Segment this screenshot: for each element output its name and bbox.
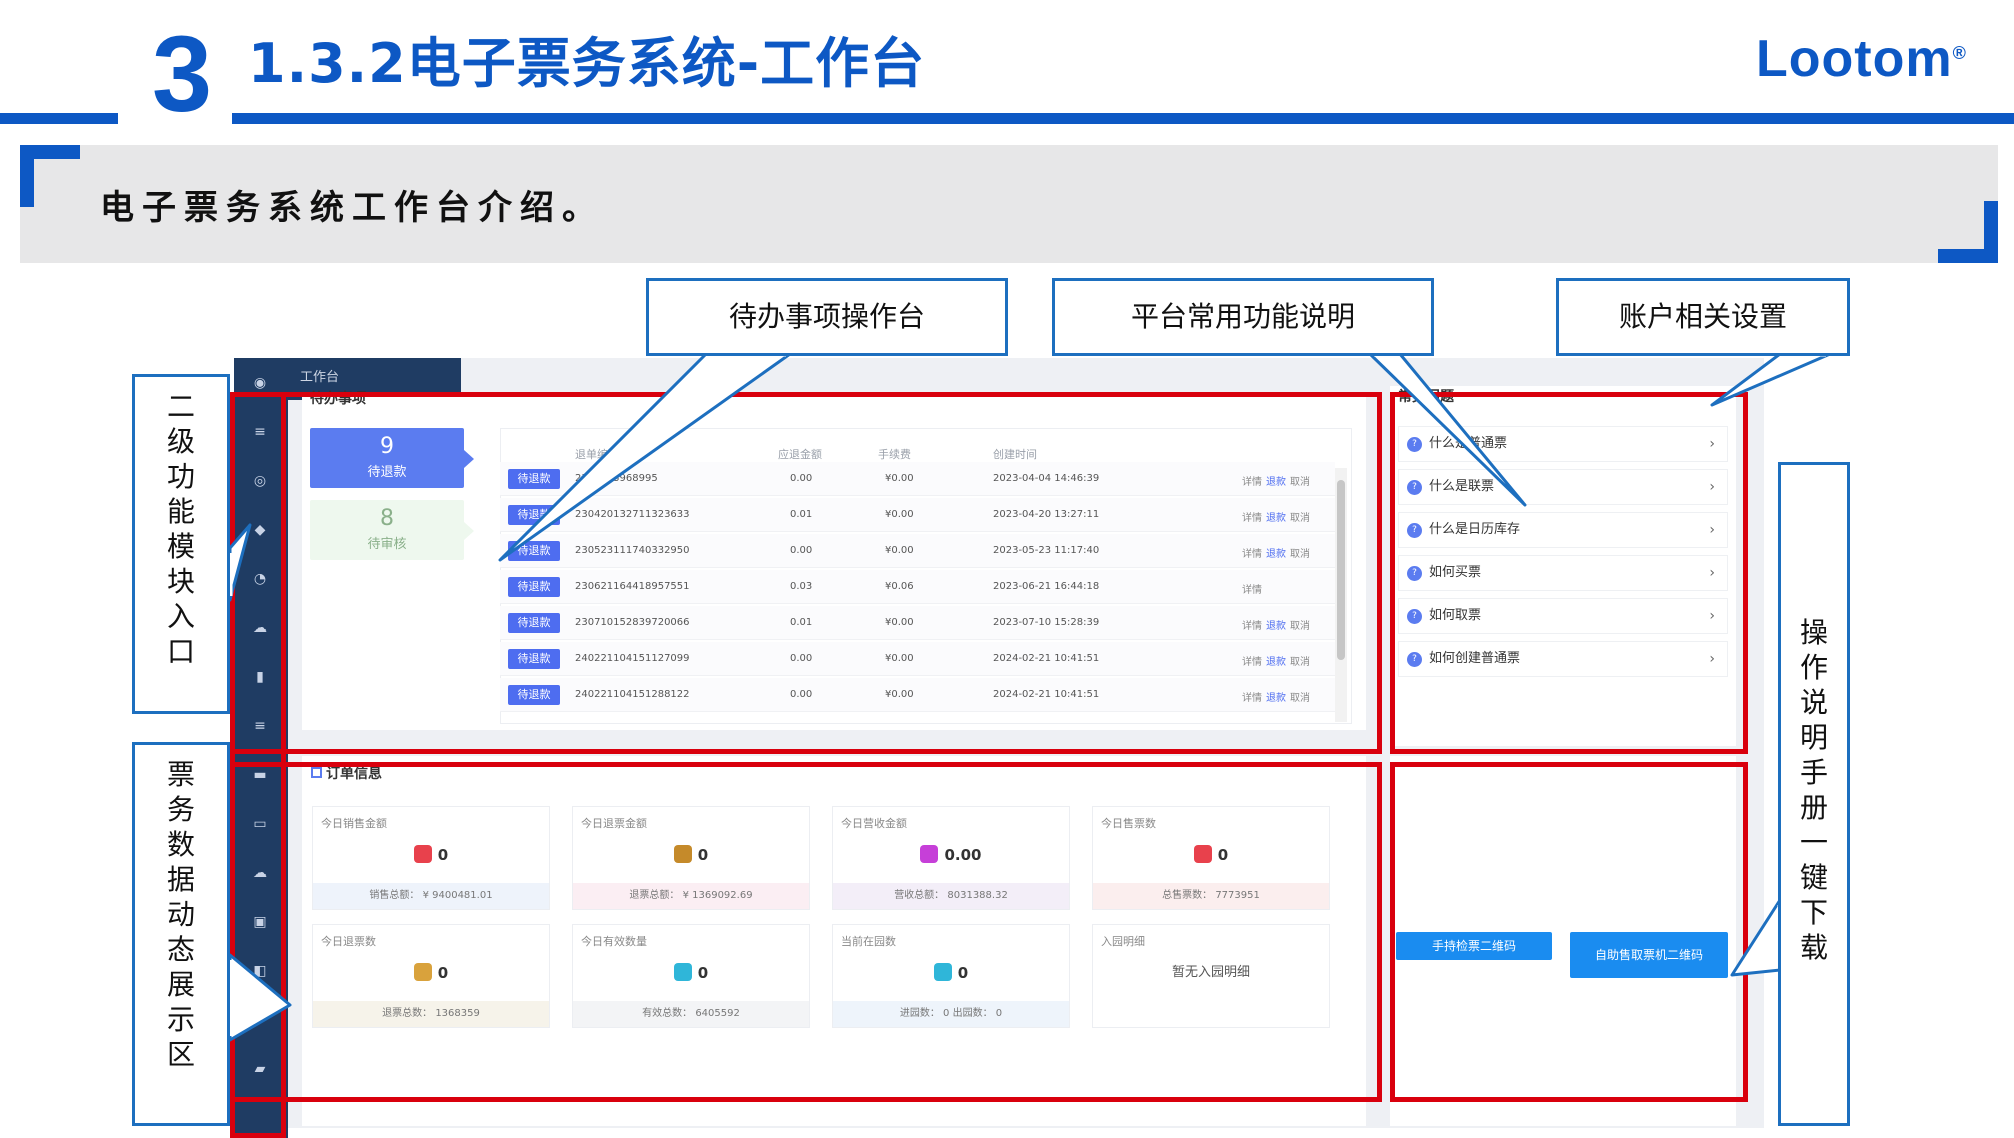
- callout-data-text: 票务数据动态展示区: [166, 758, 195, 1071]
- dashboard-icon[interactable]: ◉: [245, 372, 275, 394]
- slide-title: 1.3.2电子票务系统-工作台: [248, 32, 926, 95]
- header-bar-right: [232, 113, 2014, 124]
- qr-frame: [1390, 762, 1748, 1102]
- band-corner-top-left: [20, 145, 80, 207]
- callout-account: 账户相关设置: [1556, 278, 1850, 356]
- orders-frame: [230, 762, 1382, 1102]
- callout-platform: 平台常用功能说明: [1052, 278, 1434, 356]
- callout-manual-text: 操作说明手册一键下载: [1799, 616, 1828, 964]
- callout-module: 二级功能模块入口: [132, 374, 230, 714]
- callout-module-text: 二级功能模块入口: [166, 390, 195, 668]
- band-corner-bottom-right: [1938, 201, 1998, 263]
- callout-data: 票务数据动态展示区: [132, 742, 230, 1126]
- header-bar-left: [0, 113, 118, 124]
- callout-manual: 操作说明手册一键下载: [1778, 462, 1850, 1126]
- slide-number: 3: [151, 13, 213, 134]
- slide-subtitle: 电子票务系统工作台介绍。: [100, 188, 604, 228]
- breadcrumb[interactable]: 工作台: [300, 366, 339, 385]
- callout-todo: 待办事项操作台: [646, 278, 1008, 356]
- todo-frame: [230, 392, 1382, 754]
- faq-frame: [1390, 392, 1748, 754]
- brand-logo: Lootom®: [1756, 30, 1967, 88]
- sidebar-frame: [230, 392, 286, 1138]
